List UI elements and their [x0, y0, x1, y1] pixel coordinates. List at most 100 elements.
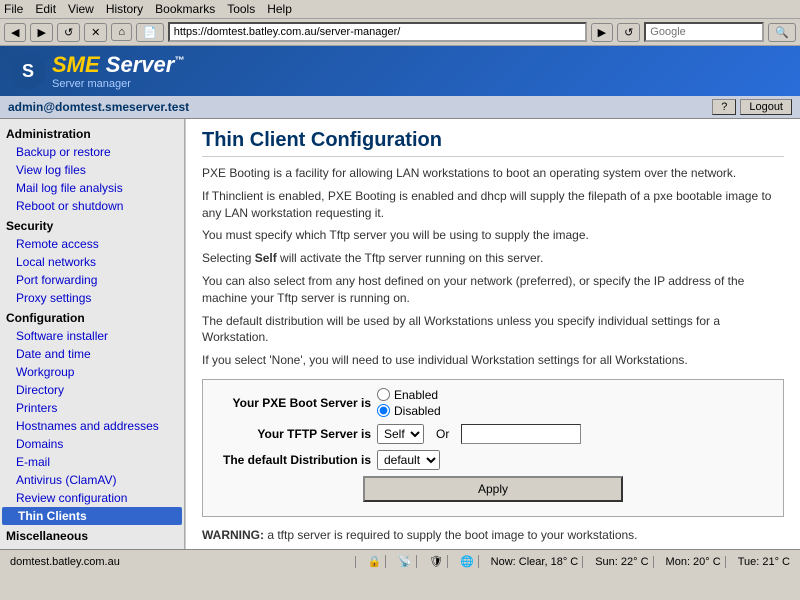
- app-subtitle: Server manager: [52, 78, 184, 90]
- pxe-disabled-option[interactable]: Disabled: [377, 404, 441, 418]
- status-url: domtest.batley.com.au: [6, 556, 356, 568]
- pxe-enabled-option[interactable]: Enabled: [377, 388, 441, 402]
- para-4: Selecting Self will activate the Tftp se…: [202, 250, 784, 267]
- main-container: Administration Backup or restore View lo…: [0, 119, 800, 549]
- forward-button[interactable]: ▶: [30, 23, 52, 42]
- para-1: PXE Booting is a facility for allowing L…: [202, 165, 784, 182]
- go-button[interactable]: ▶: [591, 23, 613, 42]
- apply-row: Apply: [211, 476, 775, 502]
- apply-button[interactable]: Apply: [363, 476, 623, 502]
- sidebar: Administration Backup or restore View lo…: [0, 119, 185, 549]
- para-3: You must specify which Tftp server you w…: [202, 227, 784, 244]
- logo-sme: SME: [52, 52, 100, 77]
- status-weather2: Sun: 22° C: [591, 556, 653, 568]
- distribution-control: default None: [377, 450, 440, 470]
- distribution-row: The default Distribution is default None: [211, 450, 775, 470]
- refresh-button[interactable]: ↺: [617, 23, 640, 42]
- reload-button[interactable]: ↺: [57, 23, 80, 42]
- tftp-ip-input[interactable]: [461, 424, 581, 444]
- para-5: You can also select from any host define…: [202, 273, 784, 307]
- user-bar: admin@domtest.smeserver.test ? Logout: [0, 96, 800, 119]
- search-input[interactable]: [644, 22, 764, 42]
- logo-tm: ™: [174, 56, 184, 67]
- back-button[interactable]: ◀: [4, 23, 26, 42]
- or-text: Or: [436, 427, 449, 441]
- status-weather4: Tue: 21° C: [734, 556, 794, 568]
- sidebar-item-directory[interactable]: Directory: [0, 381, 184, 399]
- sidebar-item-viewlogs[interactable]: View log files: [0, 161, 184, 179]
- warning-text: WARNING: a tftp server is required to su…: [202, 527, 784, 549]
- menu-tools[interactable]: Tools: [227, 2, 255, 16]
- sidebar-item-support[interactable]: Support and licensing: [0, 545, 184, 549]
- pxe-disabled-radio[interactable]: [377, 404, 390, 417]
- sidebar-item-backup[interactable]: Backup or restore: [0, 143, 184, 161]
- sidebar-item-workgroup[interactable]: Workgroup: [0, 363, 184, 381]
- sidebar-item-reboot[interactable]: Reboot or shutdown: [0, 197, 184, 215]
- sidebar-section-miscellaneous: Miscellaneous: [0, 525, 184, 545]
- distribution-select[interactable]: default None: [377, 450, 440, 470]
- para-7: If you select 'None', you will need to u…: [202, 352, 784, 369]
- menu-help[interactable]: Help: [267, 2, 292, 16]
- pxe-boot-row: Your PXE Boot Server is Enabled Disabled: [211, 388, 775, 418]
- pxe-radio-group: Enabled Disabled: [377, 388, 441, 418]
- sidebar-item-reviewconfig[interactable]: Review configuration: [0, 489, 184, 507]
- home-button[interactable]: ⌂: [111, 23, 132, 41]
- menu-edit[interactable]: Edit: [35, 2, 56, 16]
- pxe-options: Enabled Disabled: [377, 388, 441, 418]
- logout-button[interactable]: Logout: [740, 99, 792, 115]
- sidebar-section-administration: Administration: [0, 123, 184, 143]
- sidebar-section-security: Security: [0, 215, 184, 235]
- pxe-label: Your PXE Boot Server is: [211, 396, 371, 410]
- distribution-label: The default Distribution is: [211, 453, 371, 467]
- warning-body: a tftp server is required to supply the …: [264, 528, 638, 542]
- username-display: admin@domtest.smeserver.test: [8, 100, 189, 114]
- content-area: Thin Client Configuration PXE Booting is…: [185, 119, 800, 549]
- bookmark-button[interactable]: 📄: [136, 23, 164, 42]
- thin-client-form: Your PXE Boot Server is Enabled Disabled: [202, 379, 784, 517]
- sidebar-item-remoteaccess[interactable]: Remote access: [0, 235, 184, 253]
- address-bar: 📄 ▶ ↺: [136, 22, 640, 42]
- tftp-select[interactable]: Self: [377, 424, 424, 444]
- sidebar-item-thinclients[interactable]: Thin Clients: [2, 507, 182, 525]
- app-logo: SME Server™: [52, 52, 184, 78]
- sidebar-item-hostnames[interactable]: Hostnames and addresses: [0, 417, 184, 435]
- status-weather1: Now: Clear, 18° C: [487, 556, 584, 568]
- sidebar-item-printers[interactable]: Printers: [0, 399, 184, 417]
- menu-history[interactable]: History: [106, 2, 143, 16]
- search-button[interactable]: 🔍: [768, 23, 796, 42]
- status-bar: domtest.batley.com.au 🔒 📡 🛡 🌐 Now: Clear…: [0, 549, 800, 573]
- menu-view[interactable]: View: [68, 2, 94, 16]
- sidebar-item-maillog[interactable]: Mail log file analysis: [0, 179, 184, 197]
- menu-bookmarks[interactable]: Bookmarks: [155, 2, 215, 16]
- warning-line-1: WARNING: a tftp server is required to su…: [202, 527, 784, 544]
- para-6: The default distribution will be used by…: [202, 313, 784, 347]
- para-4-strong: Self: [255, 251, 277, 265]
- pxe-enabled-radio[interactable]: [377, 388, 390, 401]
- pxe-disabled-label: Disabled: [394, 404, 441, 418]
- menu-file[interactable]: File: [4, 2, 23, 16]
- status-weather3: Mon: 20° C: [662, 556, 726, 568]
- tftp-row: Your TFTP Server is Self Or: [211, 424, 775, 444]
- sidebar-item-datetime[interactable]: Date and time: [0, 345, 184, 363]
- para-2: If Thinclient is enabled, PXE Booting is…: [202, 188, 784, 222]
- sidebar-item-proxy[interactable]: Proxy settings: [0, 289, 184, 307]
- page-title: Thin Client Configuration: [202, 129, 784, 157]
- toolbar: ◀ ▶ ↺ ✕ ⌂ 📄 ▶ ↺ 🔍: [0, 19, 800, 46]
- sidebar-item-localnetworks[interactable]: Local networks: [0, 253, 184, 271]
- status-icon-rss: 📡: [394, 555, 417, 568]
- tftp-label: Your TFTP Server is: [211, 427, 371, 441]
- warning-prefix: WARNING:: [202, 528, 264, 542]
- pxe-enabled-label: Enabled: [394, 388, 438, 402]
- tftp-control: Self Or: [377, 424, 581, 444]
- sidebar-item-email[interactable]: E-mail: [0, 453, 184, 471]
- stop-button[interactable]: ✕: [84, 23, 107, 42]
- sidebar-item-domains[interactable]: Domains: [0, 435, 184, 453]
- status-icon-shield: 🛡: [425, 555, 448, 568]
- address-input[interactable]: [168, 22, 587, 42]
- help-button[interactable]: ?: [712, 99, 736, 115]
- sidebar-item-portforwarding[interactable]: Port forwarding: [0, 271, 184, 289]
- sidebar-item-antivirus[interactable]: Antivirus (ClamAV): [0, 471, 184, 489]
- logo-server: Server: [100, 52, 175, 77]
- sidebar-item-software[interactable]: Software installer: [0, 327, 184, 345]
- user-bar-actions: ? Logout: [712, 99, 792, 115]
